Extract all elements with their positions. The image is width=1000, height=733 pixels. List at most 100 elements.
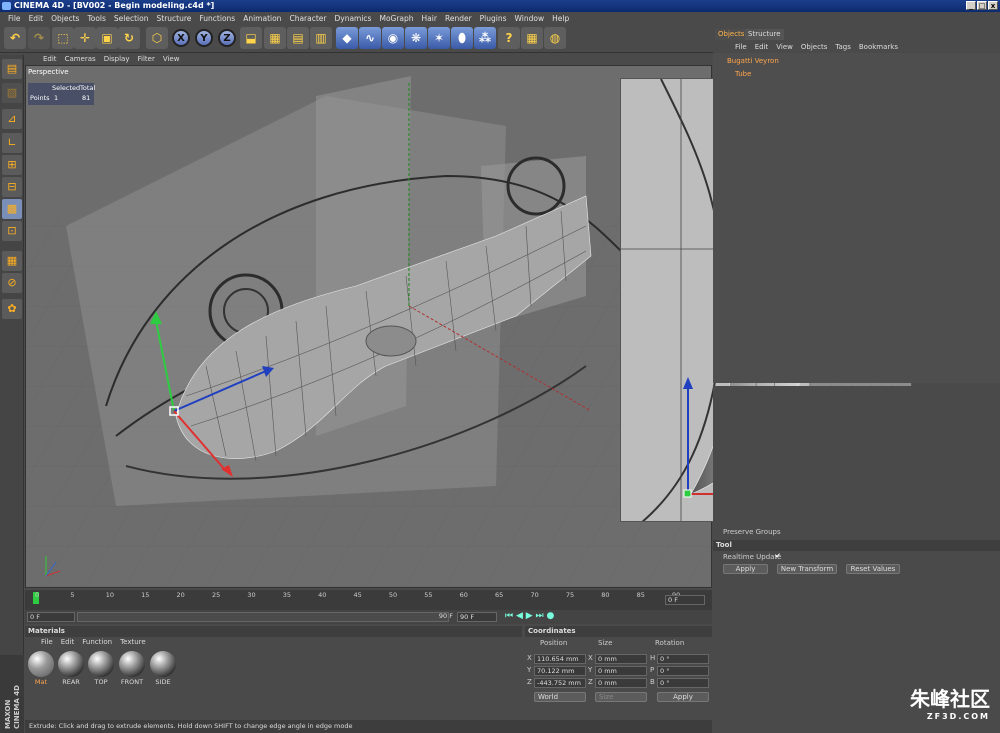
material-side[interactable]: SIDE (149, 651, 177, 687)
layout-icon[interactable]: ▦ (521, 27, 543, 49)
x-axis-lock-button[interactable]: X (172, 29, 190, 47)
browser-icon[interactable]: ◍ (544, 27, 566, 49)
menu-functions[interactable]: Functions (195, 14, 239, 23)
materials-menu-function[interactable]: Function (78, 638, 116, 646)
end-frame-field[interactable]: 90 F (457, 612, 497, 622)
size-y-field[interactable]: 0 mm (595, 666, 647, 676)
menu-animation[interactable]: Animation (239, 14, 285, 23)
viewport-menu-filter[interactable]: Filter (134, 55, 159, 63)
position-x-field[interactable]: 110.654 mm (534, 654, 586, 664)
redo-icon[interactable]: ↷ (28, 27, 50, 49)
frame-range-slider[interactable] (77, 612, 449, 622)
position-z-field[interactable]: -443.752 mm (534, 678, 586, 688)
move-icon[interactable]: ✛ (74, 27, 96, 49)
hypernurbs-icon[interactable]: ◉ (382, 27, 404, 49)
coordinate-system-icon[interactable]: ⬓ (240, 27, 262, 49)
menu-hair[interactable]: Hair (418, 14, 441, 23)
objects-menu-file[interactable]: File (731, 43, 751, 51)
material-rear[interactable]: REAR (57, 651, 85, 687)
menu-render[interactable]: Render (441, 14, 476, 23)
menu-file[interactable]: File (4, 14, 25, 23)
materials-menu-edit[interactable]: Edit (57, 638, 79, 646)
material-top[interactable]: TOP (87, 651, 115, 687)
render-settings-icon[interactable]: ▥ (310, 27, 332, 49)
perspective-viewport[interactable]: Perspective Selected Total Points 1 81 (25, 65, 712, 588)
axis-icon[interactable]: ∟ (2, 133, 22, 153)
camera-icon[interactable]: ⁂ (474, 27, 496, 49)
menu-mograph[interactable]: MoGraph (375, 14, 417, 23)
menu-edit[interactable]: Edit (25, 14, 48, 23)
minimize-button[interactable]: _ (966, 1, 976, 10)
cube-primitive-icon[interactable]: ◆ (336, 27, 358, 49)
material-front[interactable]: FRONT (118, 651, 146, 687)
coordinate-mode-dropdown[interactable]: World (534, 692, 586, 702)
menu-help[interactable]: Help (548, 14, 573, 23)
uv-mode-icon[interactable]: ⊡ (2, 221, 22, 241)
menu-tools[interactable]: Tools (83, 14, 109, 23)
size-mode-dropdown[interactable]: Size (595, 692, 647, 702)
reset-values-button[interactable]: Reset Values (846, 564, 900, 574)
deformer-icon[interactable]: ✶ (428, 27, 450, 49)
material-mat[interactable]: Mat (27, 651, 55, 687)
help-icon[interactable]: ? (498, 27, 520, 49)
objects-menu-tags[interactable]: Tags (831, 43, 855, 51)
close-button[interactable]: x (988, 1, 998, 10)
rotation-p-field[interactable]: 0 ° (657, 666, 709, 676)
materials-menu-texture[interactable]: Texture (116, 638, 150, 646)
menu-selection[interactable]: Selection (110, 14, 153, 23)
paint-icon[interactable]: ✿ (2, 299, 22, 319)
viewport-menu-cameras[interactable]: Cameras (61, 55, 100, 63)
start-frame-field[interactable]: 0 F (27, 612, 75, 622)
scale-icon[interactable]: ▣ (96, 27, 118, 49)
rotation-b-field[interactable]: 0 ° (657, 678, 709, 688)
realtime-update-checkbox[interactable]: ✔ (775, 552, 781, 560)
playback-controls-icon[interactable]: ⏮ ◀ ▶ ⏭ ● (505, 611, 554, 621)
polygons-mode-icon[interactable]: ▩ (2, 199, 22, 219)
model-icon[interactable]: ▧ (2, 83, 22, 103)
object-item-bugatti[interactable]: Bugatti Veyron (727, 57, 779, 65)
objects-menu-edit[interactable]: Edit (751, 43, 773, 51)
spline-icon[interactable]: ∿ (359, 27, 381, 49)
coordinates-apply-button[interactable]: Apply (657, 692, 709, 702)
y-axis-lock-button[interactable]: Y (195, 29, 213, 47)
rotation-h-field[interactable]: 0 ° (657, 654, 709, 664)
objects-menu-bookmarks[interactable]: Bookmarks (855, 43, 902, 51)
menu-window[interactable]: Window (511, 14, 549, 23)
render-view-icon[interactable]: ▦ (264, 27, 286, 49)
tab-structure[interactable]: Structure (745, 29, 784, 40)
workplane-icon[interactable]: ⊘ (2, 273, 22, 293)
scene-icon[interactable]: ⬮ (451, 27, 473, 49)
viewport-menu-edit[interactable]: Edit (39, 55, 61, 63)
points-mode-icon[interactable]: ⊞ (2, 155, 22, 175)
array-icon[interactable]: ❋ (405, 27, 427, 49)
viewport-menu-display[interactable]: Display (100, 55, 134, 63)
timeline-ruler[interactable]: 051015202530354045505560657075808590 (25, 590, 712, 610)
menu-structure[interactable]: Structure (153, 14, 196, 23)
objects-menu-view[interactable]: View (772, 43, 797, 51)
make-editable-icon[interactable]: ▤ (2, 59, 22, 79)
objects-menu-objects[interactable]: Objects (797, 43, 831, 51)
z-axis-lock-button[interactable]: Z (218, 29, 236, 47)
viewport-menu-view[interactable]: View (159, 55, 184, 63)
object-mode-icon[interactable]: ⬡ (146, 27, 168, 49)
object-item-tube[interactable]: Tube (735, 70, 751, 78)
size-z-field[interactable]: 0 mm (595, 678, 647, 688)
undo-icon[interactable]: ↶ (4, 27, 26, 49)
new-transform-button[interactable]: New Transform (777, 564, 837, 574)
size-x-field[interactable]: 0 mm (595, 654, 647, 664)
position-y-field[interactable]: 70.122 mm (534, 666, 586, 676)
menu-plugins[interactable]: Plugins (476, 14, 511, 23)
materials-menu-file[interactable]: File (37, 638, 57, 646)
texture-mode-icon[interactable]: ▦ (2, 251, 22, 271)
live-select-icon[interactable]: ⬚ (52, 27, 74, 49)
menu-character[interactable]: Character (285, 14, 330, 23)
menu-dynamics[interactable]: Dynamics (330, 14, 375, 23)
maximize-button[interactable]: □ (977, 1, 987, 10)
menu-objects[interactable]: Objects (47, 14, 83, 23)
apply-button[interactable]: Apply (723, 564, 768, 574)
object-axis-icon[interactable]: ⊿ (2, 109, 22, 129)
rotate-icon[interactable]: ↻ (118, 27, 140, 49)
render-picture-viewer-icon[interactable]: ▤ (287, 27, 309, 49)
edges-mode-icon[interactable]: ⊟ (2, 177, 22, 197)
tab-objects[interactable]: Objects (715, 29, 748, 40)
